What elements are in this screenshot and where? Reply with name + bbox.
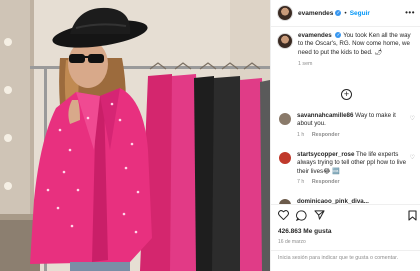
comment-like-heart-icon[interactable]: ♡ (410, 115, 415, 122)
comment-username[interactable]: savannahcamille86 (297, 112, 353, 119)
share-icon[interactable] (314, 210, 325, 220)
separator-dot: • (344, 9, 347, 17)
likes-count[interactable]: 426.863 Me gusta (278, 228, 331, 235)
reply-button[interactable]: Responder (312, 179, 340, 185)
comment-body: savannahcamille86 Way to make it about y… (297, 112, 409, 139)
caption-text-block: evamendes ✓ You took Ken all the way to … (298, 32, 416, 69)
load-more-comments-button[interactable]: + (341, 89, 352, 100)
comment-item: savannahcamille86 Way to make it about y… (279, 112, 415, 139)
post-photo[interactable] (0, 0, 270, 271)
verified-badge-icon: ✓ (335, 32, 342, 39)
comment-item: startsycopper_rose The life experts alwa… (279, 151, 415, 186)
login-to-comment-prompt[interactable]: Inicia sesión para indicar que te gusta … (271, 250, 420, 271)
more-icon[interactable]: ••• (405, 8, 415, 17)
bookmark-icon[interactable] (408, 210, 417, 221)
heart-icon[interactable] (278, 210, 289, 220)
follow-button[interactable]: Seguir (350, 10, 370, 17)
username-link[interactable]: evamendes (298, 10, 333, 17)
comment-time: 7 h (297, 178, 305, 185)
comment-username[interactable]: startsycopper_rose (297, 151, 354, 158)
comment-time: 1 h (297, 131, 305, 138)
comment-icon[interactable] (296, 210, 307, 221)
verified-badge-icon: ✓ (335, 10, 342, 16)
post-actions: 426.863 Me gusta 16 de marzo Inicia sesi… (271, 204, 420, 271)
post-date: 16 de marzo (278, 239, 306, 245)
action-icon-row (278, 210, 418, 222)
avatar[interactable] (277, 5, 293, 21)
caption-avatar[interactable] (277, 33, 293, 49)
comment-like-heart-icon[interactable]: ♡ (410, 154, 415, 161)
comment-meta: 7 h Responder (297, 178, 409, 186)
reply-button[interactable]: Responder (312, 132, 340, 138)
comment-body: startsycopper_rose The life experts alwa… (297, 151, 409, 186)
post-caption: evamendes ✓ You took Ken all the way to … (277, 32, 417, 69)
caption-timestamp: 1 sem (298, 61, 313, 68)
caption-username[interactable]: evamendes (298, 32, 332, 39)
post-side-panel: evamendes ✓ • Seguir ••• evamendes ✓ You… (270, 0, 420, 271)
comment-avatar[interactable] (279, 152, 291, 164)
post-header: evamendes ✓ • Seguir ••• (271, 0, 420, 27)
photo-illustration (0, 0, 270, 271)
comment-avatar[interactable] (279, 113, 291, 125)
comment-meta: 1 h Responder (297, 131, 409, 139)
